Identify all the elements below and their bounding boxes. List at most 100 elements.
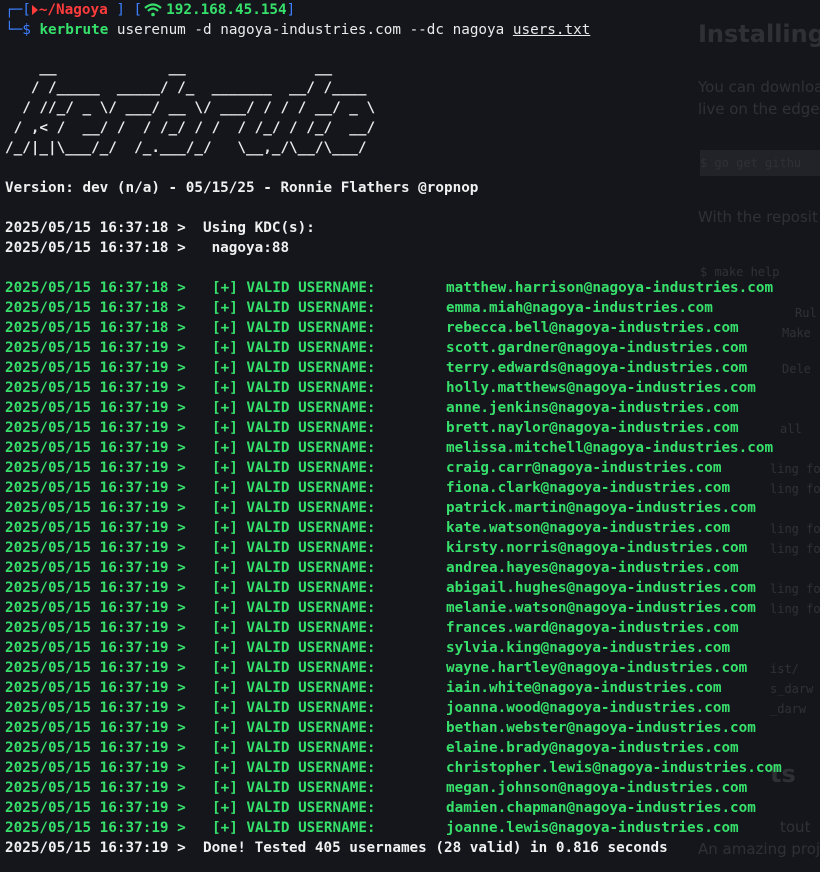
table-row: 2025/05/15 16:37:19 > [+] VALID USERNAME:…: [5, 418, 820, 438]
result-status: [+] VALID USERNAME:: [212, 720, 376, 736]
result-email: holly.matthews@nagoya-industries.com: [446, 380, 756, 396]
result-email: damien.chapman@nagoya-industries.com: [446, 800, 756, 816]
table-row: 2025/05/15 16:37:19 > [+] VALID USERNAME:…: [5, 398, 820, 418]
command-file-arg[interactable]: users.txt: [513, 22, 590, 38]
result-email: joanna.wood@nagoya-industries.com: [446, 700, 731, 716]
table-row: 2025/05/15 16:37:19 > [+] VALID USERNAME:…: [5, 778, 820, 798]
result-timestamp: 2025/05/15 16:37:19 >: [5, 400, 186, 416]
result-timestamp: 2025/05/15 16:37:19 >: [5, 620, 186, 636]
result-email: kirsty.norris@nagoya-industries.com: [446, 540, 748, 556]
result-status: [+] VALID USERNAME:: [212, 740, 376, 756]
result-email: matthew.harrison@nagoya-industries.com: [446, 280, 774, 296]
table-row: 2025/05/15 16:37:19 > [+] VALID USERNAME:…: [5, 578, 820, 598]
result-timestamp: 2025/05/15 16:37:19 >: [5, 460, 186, 476]
result-email: abigail.hughes@nagoya-industries.com: [446, 580, 756, 596]
result-status: [+] VALID USERNAME:: [212, 440, 376, 456]
result-status: [+] VALID USERNAME:: [212, 680, 376, 696]
table-row: 2025/05/15 16:37:19 > [+] VALID USERNAME:…: [5, 678, 820, 698]
result-status: [+] VALID USERNAME:: [212, 540, 376, 556]
result-email: fiona.clark@nagoya-industries.com: [446, 480, 731, 496]
result-timestamp: 2025/05/15 16:37:19 >: [5, 500, 186, 516]
triangle-right-icon: [31, 5, 38, 15]
table-row: 2025/05/15 16:37:19 > [+] VALID USERNAME:…: [5, 638, 820, 658]
table-row: 2025/05/15 16:37:19 > [+] VALID USERNAME:…: [5, 358, 820, 378]
result-status: [+] VALID USERNAME:: [212, 620, 376, 636]
version-line: Version: dev (n/a) - 05/15/25 - Ronnie F…: [5, 180, 479, 196]
result-timestamp: 2025/05/15 16:37:19 >: [5, 760, 186, 776]
result-timestamp: 2025/05/15 16:37:19 >: [5, 520, 186, 536]
result-email: frances.ward@nagoya-industries.com: [446, 620, 739, 636]
command-name: kerbrute: [39, 22, 109, 38]
table-row: 2025/05/15 16:37:18 > [+] VALID USERNAME:…: [5, 318, 820, 338]
table-row: 2025/05/15 16:37:19 > [+] VALID USERNAME:…: [5, 458, 820, 478]
table-row: 2025/05/15 16:37:19 > [+] VALID USERNAME:…: [5, 438, 820, 458]
result-timestamp: 2025/05/15 16:37:19 >: [5, 720, 186, 736]
result-email: melanie.watson@nagoya-industries.com: [446, 600, 756, 616]
terminal-window[interactable]: ┌─[~/Nagoya ] [192.168.45.154] └─$ kerbr…: [0, 0, 820, 872]
result-email: melissa.mitchell@nagoya-industries.com: [446, 440, 774, 456]
result-email: rebecca.bell@nagoya-industries.com: [446, 320, 739, 336]
table-row: 2025/05/15 16:37:19 > [+] VALID USERNAME:…: [5, 378, 820, 398]
result-status: [+] VALID USERNAME:: [212, 400, 376, 416]
result-timestamp: 2025/05/15 16:37:19 >: [5, 580, 186, 596]
result-email: terry.edwards@nagoya-industries.com: [446, 360, 748, 376]
result-status: [+] VALID USERNAME:: [212, 420, 376, 436]
prompt-line: ┌─[~/Nagoya ] [192.168.45.154]: [5, 0, 820, 20]
prompt-corner: ┌─: [5, 2, 23, 18]
table-row: 2025/05/15 16:37:19 > [+] VALID USERNAME:…: [5, 718, 820, 738]
kerbrute-banner: __ __ __ / /_____ _____/ /_ _______ __/ …: [5, 60, 376, 156]
result-email: craig.carr@nagoya-industries.com: [446, 460, 722, 476]
result-status: [+] VALID USERNAME:: [212, 600, 376, 616]
result-status: [+] VALID USERNAME:: [212, 660, 376, 676]
results-list: 2025/05/15 16:37:18 > [+] VALID USERNAME:…: [5, 278, 820, 838]
result-email: wayne.hartley@nagoya-industries.com: [446, 660, 748, 676]
prompt-ip-bracket: ]: [286, 2, 296, 18]
result-timestamp: 2025/05/15 16:37:19 >: [5, 820, 186, 836]
result-timestamp: 2025/05/15 16:37:19 >: [5, 560, 186, 576]
result-timestamp: 2025/05/15 16:37:19 >: [5, 340, 186, 356]
result-email: bethan.webster@nagoya-industries.com: [446, 720, 756, 736]
result-status: [+] VALID USERNAME:: [212, 700, 376, 716]
table-row: 2025/05/15 16:37:19 > [+] VALID USERNAME:…: [5, 558, 820, 578]
result-email: anne.jenkins@nagoya-industries.com: [446, 400, 739, 416]
result-status: [+] VALID USERNAME:: [212, 280, 376, 296]
table-row: 2025/05/15 16:37:19 > [+] VALID USERNAME:…: [5, 818, 820, 838]
result-timestamp: 2025/05/15 16:37:19 >: [5, 540, 186, 556]
result-timestamp: 2025/05/15 16:37:18 >: [5, 300, 186, 316]
result-timestamp: 2025/05/15 16:37:19 >: [5, 700, 186, 716]
result-email: brett.naylor@nagoya-industries.com: [446, 420, 739, 436]
result-timestamp: 2025/05/15 16:37:19 >: [5, 420, 186, 436]
done-line: 2025/05/15 16:37:19 > Done! Tested 405 u…: [5, 840, 668, 856]
result-email: sylvia.king@nagoya-industries.com: [446, 640, 731, 656]
result-email: emma.miah@nagoya-industries.com: [446, 300, 713, 316]
table-row: 2025/05/15 16:37:19 > [+] VALID USERNAME:…: [5, 798, 820, 818]
result-status: [+] VALID USERNAME:: [212, 640, 376, 656]
result-timestamp: 2025/05/15 16:37:19 >: [5, 480, 186, 496]
prompt-bracket: [108, 0, 117, 20]
result-email: andrea.hayes@nagoya-industries.com: [446, 560, 739, 576]
table-row: 2025/05/15 16:37:19 > [+] VALID USERNAME:…: [5, 338, 820, 358]
result-email: elaine.brady@nagoya-industries.com: [446, 740, 739, 756]
result-status: [+] VALID USERNAME:: [212, 520, 376, 536]
prompt-path: ~/Nagoya: [38, 2, 108, 18]
table-row: 2025/05/15 16:37:19 > [+] VALID USERNAME:…: [5, 598, 820, 618]
result-timestamp: 2025/05/15 16:37:18 >: [5, 320, 186, 336]
table-row: 2025/05/15 16:37:19 > [+] VALID USERNAME:…: [5, 538, 820, 558]
result-status: [+] VALID USERNAME:: [212, 580, 376, 596]
result-timestamp: 2025/05/15 16:37:19 >: [5, 680, 186, 696]
result-timestamp: 2025/05/15 16:37:19 >: [5, 780, 186, 796]
result-status: [+] VALID USERNAME:: [212, 480, 376, 496]
result-email: patrick.martin@nagoya-industries.com: [446, 500, 756, 516]
result-email: megan.johnson@nagoya-industries.com: [446, 780, 748, 796]
result-status: [+] VALID USERNAME:: [212, 340, 376, 356]
table-row: 2025/05/15 16:37:19 > [+] VALID USERNAME:…: [5, 698, 820, 718]
command-line[interactable]: └─$ kerbrute userenum -d nagoya-industri…: [5, 20, 820, 40]
prompt-ip: 192.168.45.154: [166, 2, 287, 18]
result-status: [+] VALID USERNAME:: [212, 760, 376, 776]
result-timestamp: 2025/05/15 16:37:18 >: [5, 280, 186, 296]
result-timestamp: 2025/05/15 16:37:19 >: [5, 740, 186, 756]
